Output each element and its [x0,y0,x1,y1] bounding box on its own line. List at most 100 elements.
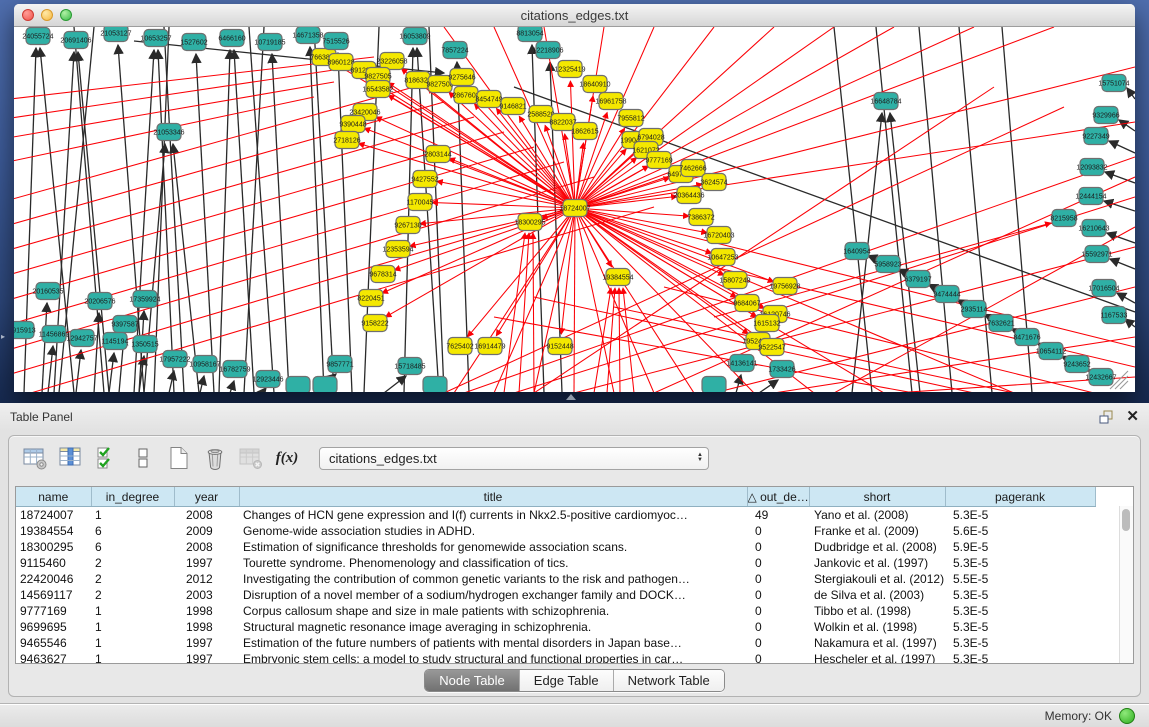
graph-node[interactable]: 2803144 [424,146,451,163]
graph-node[interactable]: 10653257 [140,30,171,47]
graph-node[interactable]: 19756928 [769,278,800,295]
table-cell[interactable]: 0 [747,587,809,603]
graph-node[interactable]: 1145194 [102,333,129,350]
graph-node[interactable]: 9684067 [733,295,760,312]
table-cell[interactable]: 1997 [174,555,239,571]
graph-node[interactable]: 16720403 [703,227,734,244]
table-cell[interactable]: Wolkin et al. (1998) [809,619,945,635]
graph-node[interactable] [423,377,447,393]
graph-node[interactable] [313,377,337,393]
table-cell[interactable]: 18724007 [16,507,91,524]
close-window-icon[interactable] [22,9,34,21]
table-cell[interactable]: 9115460 [16,555,91,571]
tab-edge-table[interactable]: Edge Table [520,670,614,691]
graph-node[interactable]: 7515526 [322,33,349,50]
graph-edge[interactable] [358,143,575,208]
table-cell[interactable]: 5.5E-5 [945,571,1095,587]
graph-node[interactable]: 16210643 [1078,220,1109,237]
table-cell[interactable]: Investigating the contribution of common… [239,571,747,587]
graph-node[interactable]: 9146821 [499,98,526,115]
column-header-title[interactable]: title [239,487,747,507]
column-header-name[interactable]: name [16,487,91,507]
graph-node[interactable]: 3915913 [14,322,36,339]
memory-status-icon[interactable] [1119,708,1135,724]
graph-node[interactable]: 15718485 [394,358,425,375]
network-window-titlebar[interactable]: citations_edges.txt [14,4,1135,27]
table-cell[interactable]: Disruption of a novel member of a sodium… [239,587,747,603]
graph-node[interactable]: 16961758 [595,93,626,110]
graph-node[interactable]: 17016504 [1088,280,1119,297]
table-cell[interactable]: Hescheler et al. (1997) [809,651,945,664]
graph-node[interactable]: 6466160 [218,30,245,47]
float-panel-icon[interactable] [1098,409,1114,425]
minimize-window-icon[interactable] [41,9,53,21]
graph-node[interactable]: 9522547 [758,339,785,356]
graph-node[interactable]: 2935114 [961,301,988,318]
table-cell[interactable]: Estimation of significance thresholds fo… [239,539,747,555]
graph-node[interactable]: 18724007 [559,200,590,217]
table-row[interactable]: 969969511998Structural magnetic resonanc… [16,619,1133,635]
graph-node[interactable]: 21053127 [100,27,131,42]
graph-node[interactable]: 20364436 [673,187,704,204]
graph-node[interactable]: 11456869 [39,326,70,343]
delete-column-icon[interactable] [237,445,265,472]
column-header-in_degree[interactable]: in_degree [91,487,174,507]
table-cell[interactable]: 2008 [174,507,239,524]
table-cell[interactable]: 2008 [174,539,239,555]
graph-node[interactable]: 8471676 [1013,329,1040,346]
graph-node[interactable]: 9857771 [326,356,353,373]
table-cell[interactable]: 14569117 [16,587,91,603]
graph-node[interactable]: 15592971 [1081,246,1112,263]
graph-node[interactable]: 1527602 [180,34,207,51]
table-cell[interactable]: 1 [91,635,174,651]
graph-node[interactable]: 12218906 [532,42,563,59]
graph-node[interactable]: 9152448 [546,338,573,355]
collapsed-panel-arrow-icon[interactable]: ▸ [1,332,5,341]
table-row[interactable]: 911546021997Tourette syndrome. Phenomeno… [16,555,1133,571]
graph-node[interactable]: 16782759 [219,361,250,378]
function-builder-icon[interactable]: f(x) [273,445,301,472]
graph-node[interactable]: 7462666 [679,160,706,177]
network-canvas[interactable]: 1872400718300295193845547663822896012889… [14,27,1135,392]
table-cell[interactable]: 0 [747,619,809,635]
graph-node[interactable]: 3624574 [700,174,727,191]
table-cell[interactable]: 5.3E-5 [945,555,1095,571]
graph-edge[interactable] [410,208,575,246]
table-cell[interactable]: 0 [747,635,809,651]
table-scrollbar-thumb[interactable] [1122,509,1130,531]
column-settings-icon[interactable] [21,445,49,472]
tab-node-table[interactable]: Node Table [425,670,520,691]
network-file-select[interactable]: citations_edges.txt ▲▼ [319,447,709,470]
graph-edge[interactable] [376,117,575,208]
graph-node[interactable]: 9275646 [448,69,475,86]
graph-node[interactable]: 1615132 [753,315,780,332]
graph-node[interactable]: 12353594 [382,241,413,258]
table-cell[interactable]: Stergiakouli et al. (2012) [809,571,945,587]
table-cell[interactable]: 18300295 [16,539,91,555]
table-cell[interactable]: Genome-wide association studies in ADHD. [239,523,747,539]
delete-table-icon[interactable] [201,445,229,472]
table-cell[interactable]: 0 [747,555,809,571]
graph-node[interactable]: 18640910 [579,76,610,93]
graph-node[interactable]: 12093832 [1076,159,1107,176]
graph-node[interactable]: 10958167 [189,356,220,373]
table-cell[interactable]: Tibbo et al. (1998) [809,603,945,619]
graph-node[interactable]: 7632621 [987,315,1014,332]
graph-node[interactable]: 6379197 [904,271,931,288]
table-cell[interactable]: Jankovic et al. (1997) [809,555,945,571]
table-cell[interactable]: 6 [91,539,174,555]
table-cell[interactable]: 1 [91,651,174,664]
graph-node[interactable]: 8215958 [1050,210,1077,227]
table-cell[interactable]: 9699695 [16,619,91,635]
column-header-short[interactable]: short [809,487,945,507]
table-cell[interactable]: Yano et al. (2008) [809,507,945,524]
table-cell[interactable]: Embryonic stem cells: a model to study s… [239,651,747,664]
column-header-pagerank[interactable]: pagerank [945,487,1095,507]
show-column-icon[interactable] [57,445,85,472]
zoom-window-icon[interactable] [60,9,72,21]
graph-node[interactable]: 7625402 [446,338,473,355]
graph-node[interactable]: 14671358 [292,27,323,44]
graph-node[interactable]: 15751074 [1098,75,1129,92]
graph-node[interactable]: 9777169 [645,152,672,169]
table-cell[interactable]: 2 [91,555,174,571]
